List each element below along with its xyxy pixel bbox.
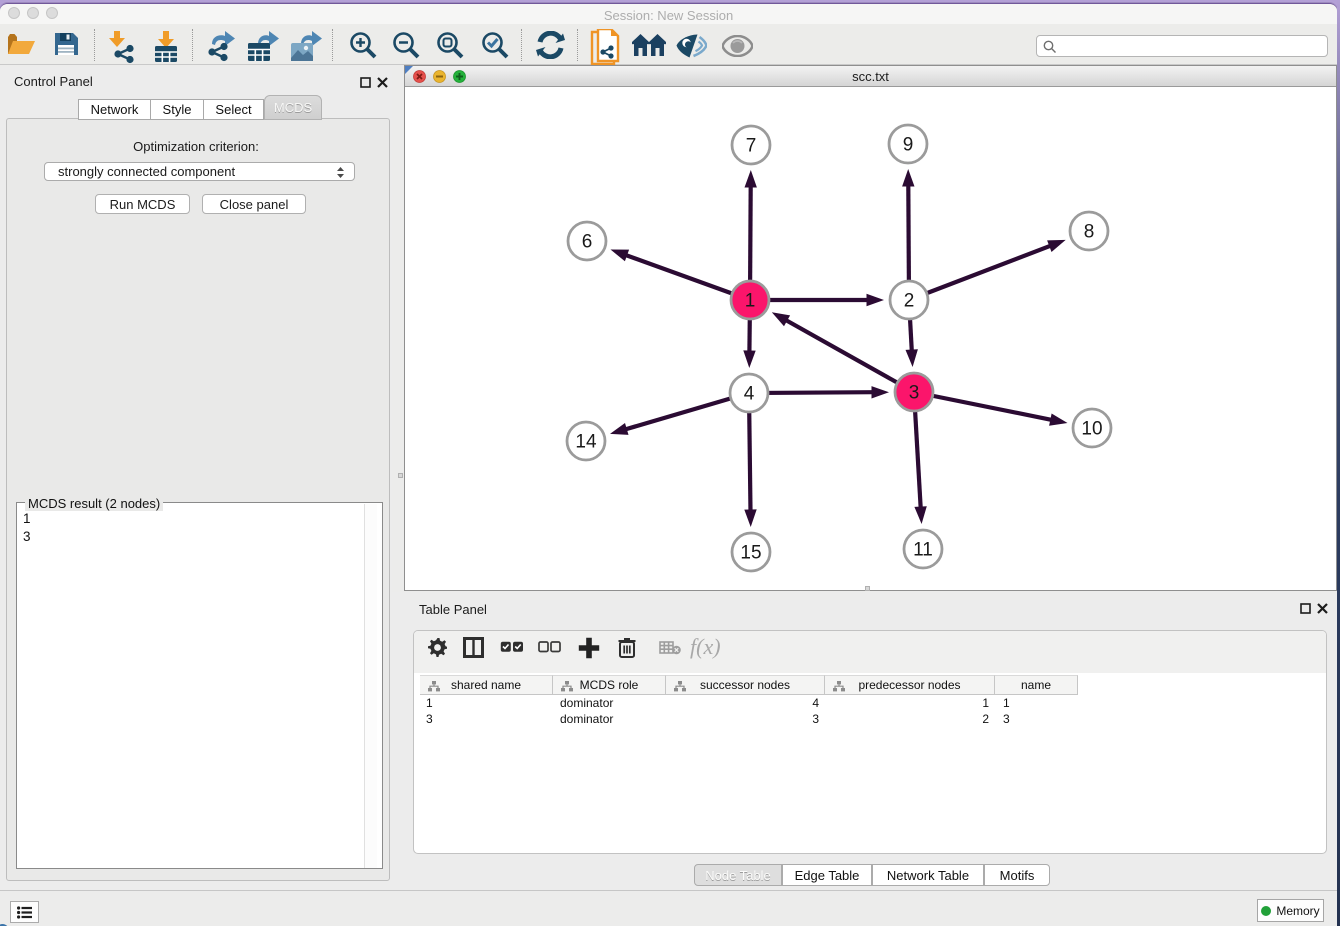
svg-text:7: 7 [746,136,757,157]
svg-text:10: 10 [1081,419,1102,440]
svg-text:8: 8 [1084,222,1095,243]
svg-text:2: 2 [904,291,915,312]
svg-text:11: 11 [913,540,933,561]
svg-text:6: 6 [582,232,593,253]
svg-text:15: 15 [740,543,761,564]
svg-text:3: 3 [909,383,920,404]
svg-text:9: 9 [903,135,914,156]
svg-text:1: 1 [745,291,756,312]
svg-text:14: 14 [575,432,597,453]
svg-text:4: 4 [744,384,755,405]
